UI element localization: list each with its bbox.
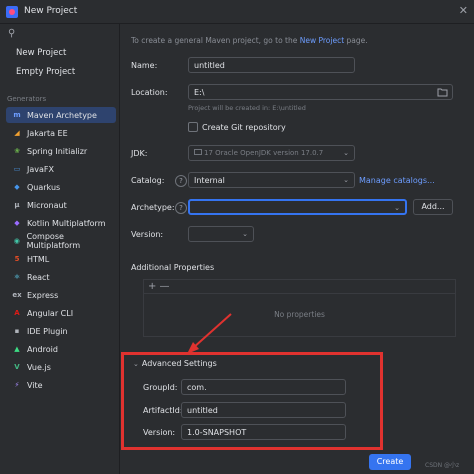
generator-label: Spring Initializr xyxy=(27,146,88,156)
manage-catalogs-link[interactable]: Manage catalogs... xyxy=(359,176,435,185)
generator-label: HTML xyxy=(27,254,50,264)
generator-item[interactable]: μ Micronaut xyxy=(6,197,116,213)
artifactid-field[interactable]: untitled xyxy=(181,402,346,418)
generator-label: JavaFX xyxy=(27,164,54,174)
title-bar: New Project ✕ xyxy=(0,0,474,24)
generator-icon: ⚡ xyxy=(14,381,20,389)
chevron-down-icon: ⌄ xyxy=(343,176,349,184)
generator-item[interactable]: ◆ Quarkus xyxy=(6,179,116,195)
generator-icon: 5 xyxy=(14,255,20,263)
archetype-label: Archetype: xyxy=(131,203,175,212)
name-field[interactable]: untitled xyxy=(188,57,355,73)
generator-label: Maven Archetype xyxy=(27,110,97,120)
generator-icon: ◢ xyxy=(14,129,20,137)
sidebar: ⚲ New Project Empty Project Generators m… xyxy=(0,24,120,474)
generator-label: Jakarta EE xyxy=(27,128,68,138)
generator-label: Angular CLI xyxy=(27,308,74,318)
generator-label: Android xyxy=(27,344,58,354)
generator-item[interactable]: A Angular CLI xyxy=(6,305,116,321)
catalog-dropdown[interactable]: Internal ⌄ xyxy=(188,172,355,188)
generator-icon: V xyxy=(14,363,20,371)
generator-item[interactable]: ex Express xyxy=(6,287,116,303)
location-hint: Project will be created in: E:\untitled xyxy=(188,104,306,112)
generator-icon: ◉ xyxy=(13,237,20,245)
new-project-link[interactable]: New Project xyxy=(300,36,344,45)
groupid-field[interactable]: com. xyxy=(181,379,346,395)
chevron-down-icon: ⌄ xyxy=(343,149,349,157)
watermark: CSDN @小z xyxy=(425,462,460,469)
chevron-down-icon: ⌄ xyxy=(242,230,248,238)
chevron-down-icon: ⌄ xyxy=(133,360,139,368)
generator-icon: ◆ xyxy=(14,219,20,227)
generator-item[interactable]: ▪ IDE Plugin xyxy=(6,323,116,339)
generator-item[interactable]: ◢ Jakarta EE xyxy=(6,125,116,141)
generators-label: Generators xyxy=(7,95,47,103)
artifactid-label: ArtifactId: xyxy=(143,406,183,415)
main-panel: To create a general Maven project, go to… xyxy=(121,24,474,474)
properties-table: + — No properties xyxy=(143,279,456,337)
window-title: New Project xyxy=(24,6,78,16)
generator-item[interactable]: 5 HTML xyxy=(6,251,116,267)
generator-icon: ▲ xyxy=(14,345,20,353)
catalog-label: Catalog: xyxy=(131,176,165,185)
properties-toolbar[interactable]: + — xyxy=(144,280,455,294)
generator-icon: ▪ xyxy=(14,327,20,335)
generator-icon: m xyxy=(13,111,21,119)
jdk-folder-icon xyxy=(194,149,202,155)
generator-icon: ⚛ xyxy=(13,273,21,281)
generator-label: Express xyxy=(27,290,59,300)
intro-text: To create a general Maven project, go to… xyxy=(131,36,368,45)
generator-label: Quarkus xyxy=(27,182,61,192)
name-label: Name: xyxy=(131,61,158,70)
archetype-dropdown[interactable]: ⌄ xyxy=(188,199,407,215)
location-field[interactable]: E:\ xyxy=(188,84,453,100)
git-checkbox[interactable] xyxy=(188,122,198,132)
generator-label: Compose Multiplatform xyxy=(26,232,81,250)
close-icon[interactable]: ✕ xyxy=(459,4,468,17)
help-icon[interactable]: ? xyxy=(175,175,187,187)
advanced-settings-toggle[interactable]: ⌄ Advanced Settings xyxy=(133,359,217,368)
jdk-dropdown[interactable]: 17 Oracle OpenJDK version 17.0.7 ⌄ xyxy=(188,145,355,161)
folder-icon[interactable] xyxy=(437,87,448,97)
app-icon xyxy=(6,6,18,18)
generator-item[interactable]: ▭ JavaFX xyxy=(6,161,116,177)
version-label: Version: xyxy=(131,230,164,239)
generator-label: Vite xyxy=(27,380,43,390)
generator-item[interactable]: ▲ Android xyxy=(6,341,116,357)
generator-item[interactable]: m Maven Archetype xyxy=(6,107,116,123)
generator-icon: μ xyxy=(14,201,20,209)
jdk-label: JDK: xyxy=(131,149,148,158)
adv-version-field[interactable]: 1.0-SNAPSHOT xyxy=(181,424,346,440)
adv-version-label: Version: xyxy=(143,428,176,437)
generator-item[interactable]: ⚛ React xyxy=(6,269,116,285)
generator-label: Micronaut xyxy=(27,200,67,210)
generator-icon: ex xyxy=(12,291,22,299)
help-icon[interactable]: ? xyxy=(175,202,187,214)
generator-item[interactable]: V Vue.js xyxy=(6,359,116,375)
generator-icon: ▭ xyxy=(13,165,21,173)
generator-item[interactable]: ◆ Kotlin Multiplatform xyxy=(6,215,116,231)
additional-properties-title: Additional Properties xyxy=(131,263,215,272)
generator-item[interactable]: ◉ Compose Multiplatform xyxy=(6,232,116,250)
git-label: Create Git repository xyxy=(202,123,286,132)
chevron-down-icon: ⌄ xyxy=(394,204,400,212)
generator-icon: ❀ xyxy=(14,147,20,155)
sidebar-item-empty-project[interactable]: Empty Project xyxy=(16,67,75,77)
generator-icon: A xyxy=(14,309,20,317)
generator-item[interactable]: ⚡ Vite xyxy=(6,377,116,393)
add-button[interactable]: Add... xyxy=(413,199,453,215)
generator-item[interactable]: ❀ Spring Initializr xyxy=(6,143,116,159)
location-label: Location: xyxy=(131,88,168,97)
create-button[interactable]: Create xyxy=(369,454,411,470)
generator-label: IDE Plugin xyxy=(27,326,68,336)
generator-label: Kotlin Multiplatform xyxy=(27,218,106,228)
version-dropdown[interactable]: ⌄ xyxy=(188,226,254,242)
generator-label: React xyxy=(27,272,50,282)
no-properties-text: No properties xyxy=(274,310,325,319)
generator-label: Vue.js xyxy=(27,362,51,372)
sidebar-item-new-project[interactable]: New Project xyxy=(16,48,66,58)
groupid-label: GroupId: xyxy=(143,383,178,392)
search-icon[interactable]: ⚲ xyxy=(8,28,15,39)
generator-icon: ◆ xyxy=(14,183,20,191)
